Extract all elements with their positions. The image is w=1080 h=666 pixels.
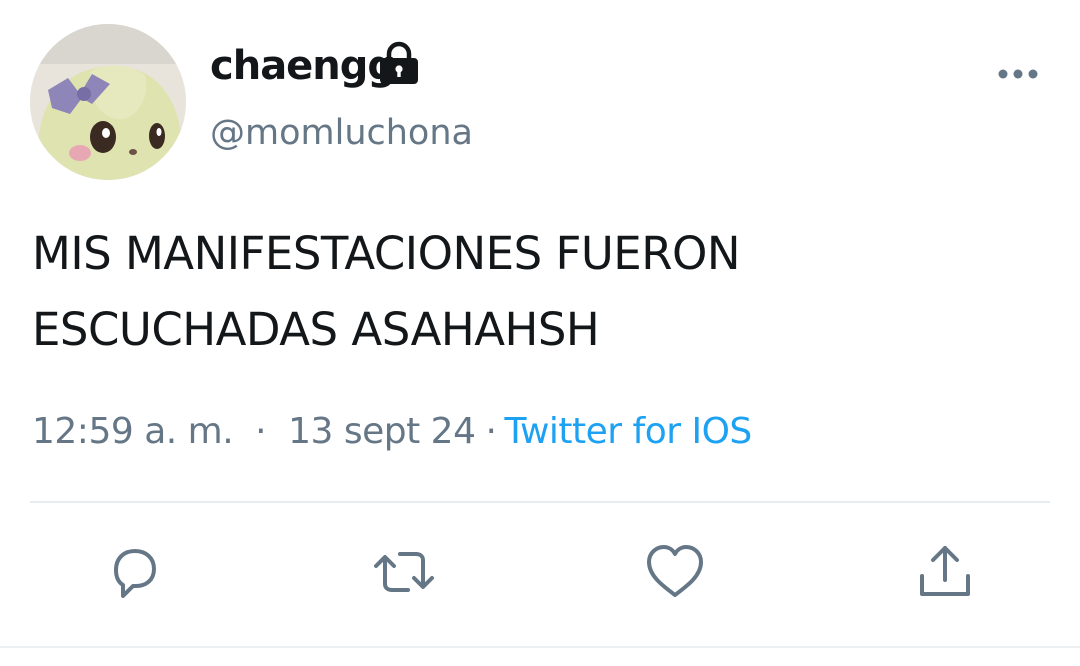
share-icon [920, 546, 970, 596]
display-name[interactable]: chaengg [210, 40, 396, 92]
meta-separator: · [255, 410, 267, 452]
tweet-text-line: MIS MANIFESTACIONES FUERON [32, 227, 741, 280]
avatar[interactable] [30, 24, 186, 180]
reply-button[interactable] [102, 540, 166, 604]
divider [30, 501, 1050, 503]
tweet-date[interactable]: 13 sept 24 [288, 411, 476, 452]
tweet-source-link[interactable]: Twitter for IOS [504, 411, 752, 452]
tweet-time[interactable]: 12:59 a. m. [32, 411, 234, 452]
lock-icon [380, 41, 418, 84]
bottom-divider [0, 646, 1080, 648]
more-options-icon[interactable] [995, 58, 1041, 90]
like-button[interactable] [643, 540, 707, 604]
tweet-metadata: 12:59 a. m. · 13 sept 24 · Twitter for I… [32, 404, 752, 458]
share-button[interactable] [913, 540, 977, 604]
avatar-image [30, 24, 186, 180]
handle[interactable]: @momluchona [210, 110, 473, 156]
like-icon [647, 545, 703, 597]
retweet-button[interactable] [372, 540, 436, 604]
tweet-text: MIS MANIFESTACIONES FUERON ESCUCHADAS AS… [32, 216, 1032, 368]
tweet-text-line: ESCUCHADAS ASAHAHSH [32, 303, 600, 356]
retweet-icon [374, 552, 434, 592]
reply-icon [114, 549, 156, 598]
meta-separator: · [485, 410, 497, 452]
